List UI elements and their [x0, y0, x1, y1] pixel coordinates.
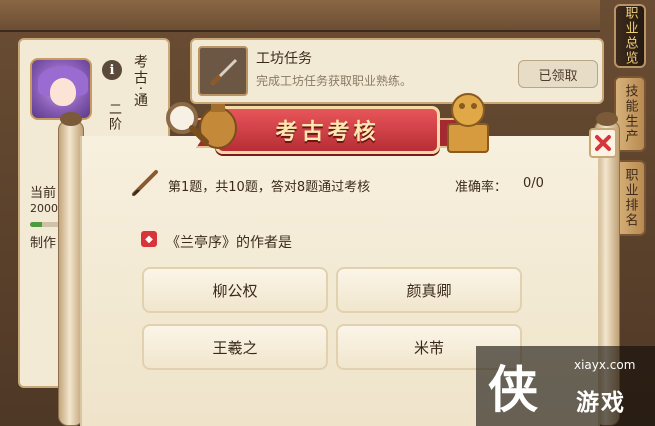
character-avatar[interactable]	[30, 58, 92, 120]
option-button-2[interactable]: 颜真卿	[336, 267, 522, 313]
question-progress-text: 第1题，共10题，答对8题通过考核	[168, 180, 371, 195]
magnifier-vase-icon	[166, 102, 237, 149]
avatar-face	[50, 78, 76, 106]
accuracy-label: 准确率：	[455, 180, 508, 195]
task-title: 工坊任务	[256, 51, 312, 67]
close-button[interactable]	[589, 128, 617, 158]
claimed-button[interactable]: 已领取	[518, 60, 598, 88]
scroll-rod-cap-right	[596, 112, 618, 126]
watermark-domain: xiayx.com	[574, 358, 636, 372]
brush-icon	[132, 170, 158, 196]
option-button-3[interactable]: 王羲之	[142, 324, 328, 370]
watermark-logo-glyph: 侠	[488, 360, 538, 419]
quiz-title: 考古考核	[275, 119, 380, 145]
info-icon[interactable]: i	[102, 60, 122, 80]
top-frame	[0, 0, 600, 32]
watermark-name: 游戏	[576, 390, 626, 416]
seal-stamp-icon	[447, 93, 489, 153]
chisel-icon	[198, 46, 248, 96]
progress-fill	[30, 222, 42, 227]
task-description: 完成工坊任务获取职业熟练。	[256, 74, 413, 88]
option-button-1[interactable]: 柳公权	[142, 267, 328, 313]
current-label: 当前	[30, 186, 57, 201]
craft-label: 制作	[30, 236, 57, 251]
progress-value: 2000	[30, 202, 58, 215]
question-text: 《兰亭序》的作者是	[166, 235, 292, 251]
accuracy-value: 0/0	[523, 176, 544, 191]
scroll-rod-cap-left	[60, 112, 82, 126]
career-rank: 二阶	[106, 102, 121, 132]
tab-career-overview[interactable]: 职业总览	[614, 4, 646, 68]
workshop-task-card: 工坊任务 完成工坊任务获取职业熟练。 已领取	[190, 38, 604, 104]
close-icon	[595, 135, 611, 151]
question-marker-icon: ◆	[141, 231, 157, 247]
